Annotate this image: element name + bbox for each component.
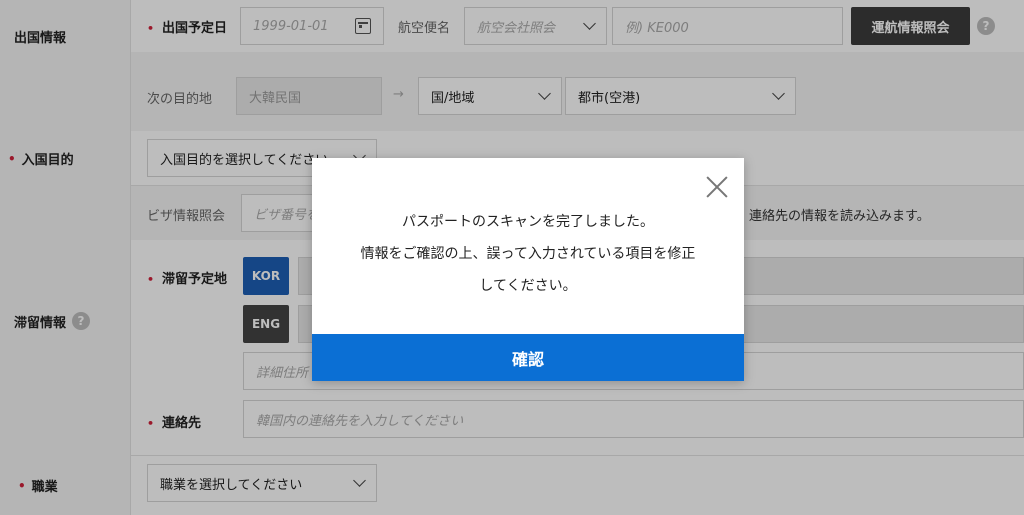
dialog-message-line1: パスポートのスキャンを完了しました。 [402,214,654,230]
scan-complete-dialog: パスポートのスキャンを完了しました。 情報をご確認の上、誤って入力されている項目… [312,158,744,381]
dialog-message-line3: してください。 [479,278,577,294]
confirm-button[interactable]: 確認 [312,334,744,381]
close-icon[interactable] [706,176,728,198]
dialog-message: パスポートのスキャンを完了しました。 情報をご確認の上、誤って入力されている項目… [332,206,724,302]
dialog-message-line2: 情報をご確認の上、誤って入力されている項目を修正 [360,246,696,262]
